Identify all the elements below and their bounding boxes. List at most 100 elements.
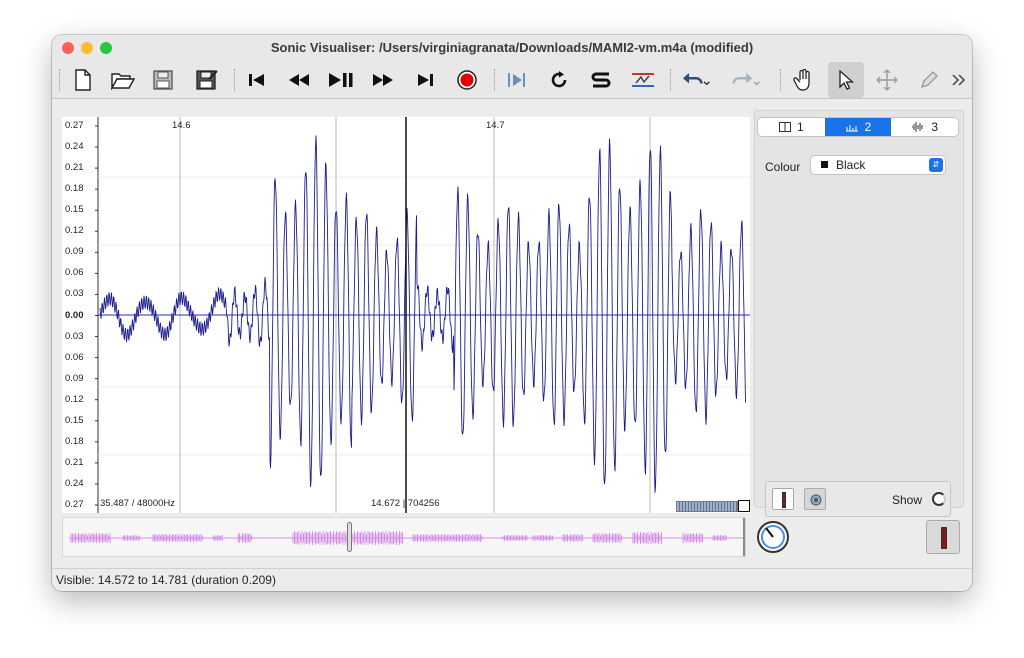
y-axis-tick-label: 0.12 <box>65 225 84 237</box>
select-arrow-icon <box>839 70 854 90</box>
time-label-2: 14.7 <box>486 120 505 131</box>
layer-controls-box: Show <box>765 481 951 517</box>
fast-forward-button[interactable] <box>368 65 398 95</box>
y-axis-tick-label: 0.24 <box>65 141 84 153</box>
play-pause-icon <box>329 73 353 87</box>
tab-layer-2-label: 2 <box>864 120 872 134</box>
open-file-button[interactable] <box>108 65 138 95</box>
fast-forward-icon <box>373 74 393 86</box>
draw-tool-button[interactable] <box>914 65 944 95</box>
rewind-start-button[interactable] <box>242 65 272 95</box>
y-axis-tick-label: 0.18 <box>65 435 84 447</box>
select-tool-button[interactable] <box>828 62 864 98</box>
volume-knob-icon <box>757 521 789 553</box>
tab-layer-3[interactable]: 3 <box>891 118 958 136</box>
colour-value: Black <box>836 158 866 172</box>
ruler-icon <box>845 125 858 132</box>
play-selection-icon <box>508 73 525 87</box>
save-as-icon <box>196 70 218 90</box>
solo-icon <box>591 72 611 88</box>
loop-button[interactable] <box>544 65 574 95</box>
pane-layer-button[interactable] <box>926 520 960 554</box>
tab-layer-1-label: 1 <box>796 120 804 134</box>
colour-select[interactable]: Black ⇵ <box>810 155 946 175</box>
minimize-window-button[interactable] <box>81 42 93 54</box>
tab-layer-1[interactable]: 1 <box>758 118 825 136</box>
overview-waveform[interactable] <box>63 518 747 558</box>
move-tool-button[interactable] <box>872 65 902 95</box>
y-axis-tick-label: 0.06 <box>65 351 84 363</box>
y-axis-tick-label: 0.24 <box>65 477 84 489</box>
navigate-tool-button[interactable] <box>788 65 818 95</box>
rewind-icon <box>289 74 309 86</box>
zoom-window-button[interactable] <box>100 42 112 54</box>
save-button[interactable] <box>148 65 178 95</box>
window-title: Sonic Visualiser: /Users/virginiagranata… <box>270 40 754 55</box>
navigate-hand-icon <box>793 69 810 91</box>
waveform-trace <box>99 135 746 493</box>
zoom-toggle-box[interactable] <box>738 500 750 512</box>
title-bar: Sonic Visualiser: /Users/virginiagranata… <box>52 35 972 61</box>
y-axis-tick-label: 0.27 <box>65 120 84 131</box>
overview-end-marker <box>743 518 745 556</box>
time-label-1: 14.6 <box>172 120 191 131</box>
main-area: 0.27 0.24 0.21 0.18 0.15 0.12 0.09 0.06 0.03 0.00… <box>52 100 972 568</box>
y-axis-tick-label: 0.18 <box>65 183 84 195</box>
skip-end-button[interactable] <box>410 65 440 95</box>
normalize-button[interactable] <box>628 65 658 95</box>
y-axis-tick-label: 0.21 <box>65 456 84 468</box>
new-file-button[interactable] <box>68 65 98 95</box>
overview-viewport-handle[interactable] <box>347 522 352 552</box>
y-axis-tick-label: 0.09 <box>65 372 84 384</box>
record-button[interactable] <box>452 65 482 95</box>
play-selection-button[interactable] <box>502 65 532 95</box>
layer-color-button[interactable] <box>772 488 794 510</box>
y-axis-tick-label: 0.09 <box>65 246 84 258</box>
waveform-canvas[interactable] <box>62 117 750 513</box>
layer-properties-panel: 1 2 3 Colour Black ⇵ Show <box>754 110 964 517</box>
skip-end-icon <box>418 74 433 86</box>
redo-button[interactable] <box>732 65 762 95</box>
rewind-start-icon <box>249 74 264 86</box>
tab-layer-2[interactable]: 2 <box>824 118 892 136</box>
overview-pane[interactable] <box>62 517 746 557</box>
chevron-updown-icon: ⇵ <box>929 158 943 172</box>
volume-knob[interactable] <box>756 520 790 554</box>
redo-icon <box>732 72 760 86</box>
more-tools-button[interactable] <box>948 65 970 95</box>
app-window: Sonic Visualiser: /Users/virginiagranata… <box>52 35 972 591</box>
show-toggle[interactable] <box>932 492 946 506</box>
y-axis-tick-label: 0.00 <box>65 309 84 321</box>
colour-swatch <box>821 161 828 168</box>
main-toolbar <box>52 61 972 99</box>
status-bar: Visible: 14.572 to 14.781 (duration 0.20… <box>52 568 972 591</box>
waveform-pane[interactable]: 0.27 0.24 0.21 0.18 0.15 0.12 0.09 0.06 0.03 0.00… <box>62 117 750 513</box>
undo-icon <box>682 72 710 86</box>
move-icon <box>876 69 898 91</box>
save-as-button[interactable] <box>192 65 222 95</box>
open-folder-icon <box>111 73 135 90</box>
normalize-icon <box>632 73 654 87</box>
zoom-slider[interactable] <box>676 501 738 512</box>
cursor-readout: 14.672 | 704256 <box>371 498 440 509</box>
y-axis-tick-label: 0.21 <box>65 162 84 174</box>
speaker-icon <box>810 494 822 506</box>
layer-tabs: 1 2 3 <box>757 117 959 137</box>
close-window-button[interactable] <box>62 42 74 54</box>
new-file-icon <box>75 69 91 91</box>
loop-icon <box>551 71 567 88</box>
y-axis-tick-label: 0.15 <box>65 414 84 426</box>
show-label: Show <box>892 493 923 507</box>
colour-label: Colour <box>765 160 801 174</box>
waveform-layer-icon <box>912 122 923 132</box>
tab-layer-3-label: 3 <box>931 120 939 134</box>
solo-button[interactable] <box>586 65 616 95</box>
y-axis-tick-label: 0.15 <box>65 204 84 216</box>
play-pause-button[interactable] <box>326 65 356 95</box>
y-axis-tick-label: 0.06 <box>65 267 84 279</box>
rewind-button[interactable] <box>284 65 314 95</box>
undo-button[interactable] <box>682 65 712 95</box>
y-axis-tick-label: 0.27 <box>65 499 84 510</box>
play-layer-button[interactable] <box>804 488 826 510</box>
layer-indicator-icon <box>941 527 947 549</box>
